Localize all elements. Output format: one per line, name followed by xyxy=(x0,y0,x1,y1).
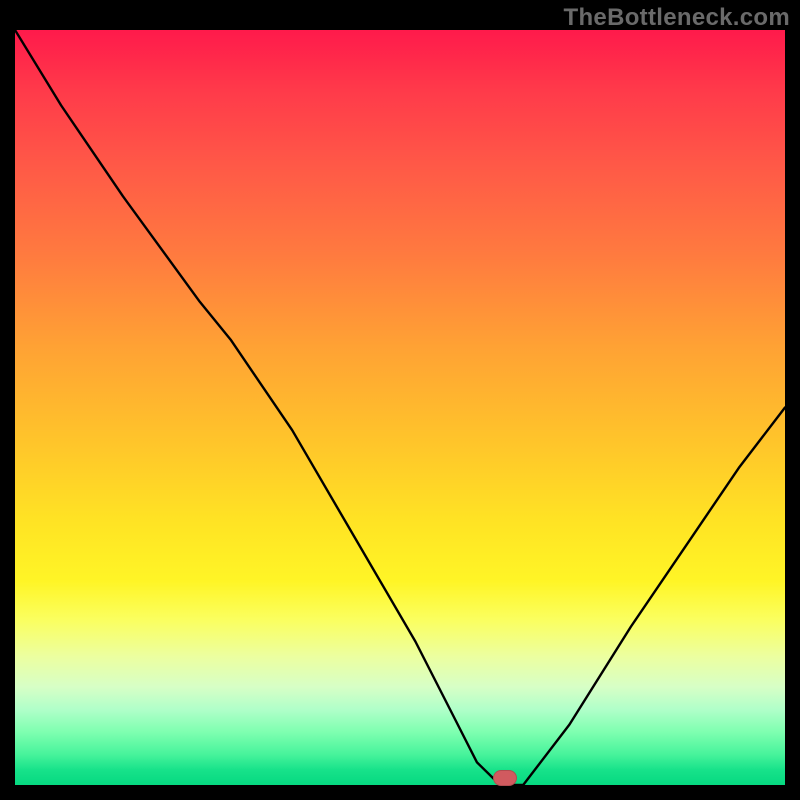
bottleneck-curve xyxy=(15,30,785,785)
watermark-text: TheBottleneck.com xyxy=(564,4,790,32)
plot-area xyxy=(15,30,785,785)
optimal-point-marker xyxy=(493,770,517,786)
chart-container: TheBottleneck.com xyxy=(0,0,800,800)
